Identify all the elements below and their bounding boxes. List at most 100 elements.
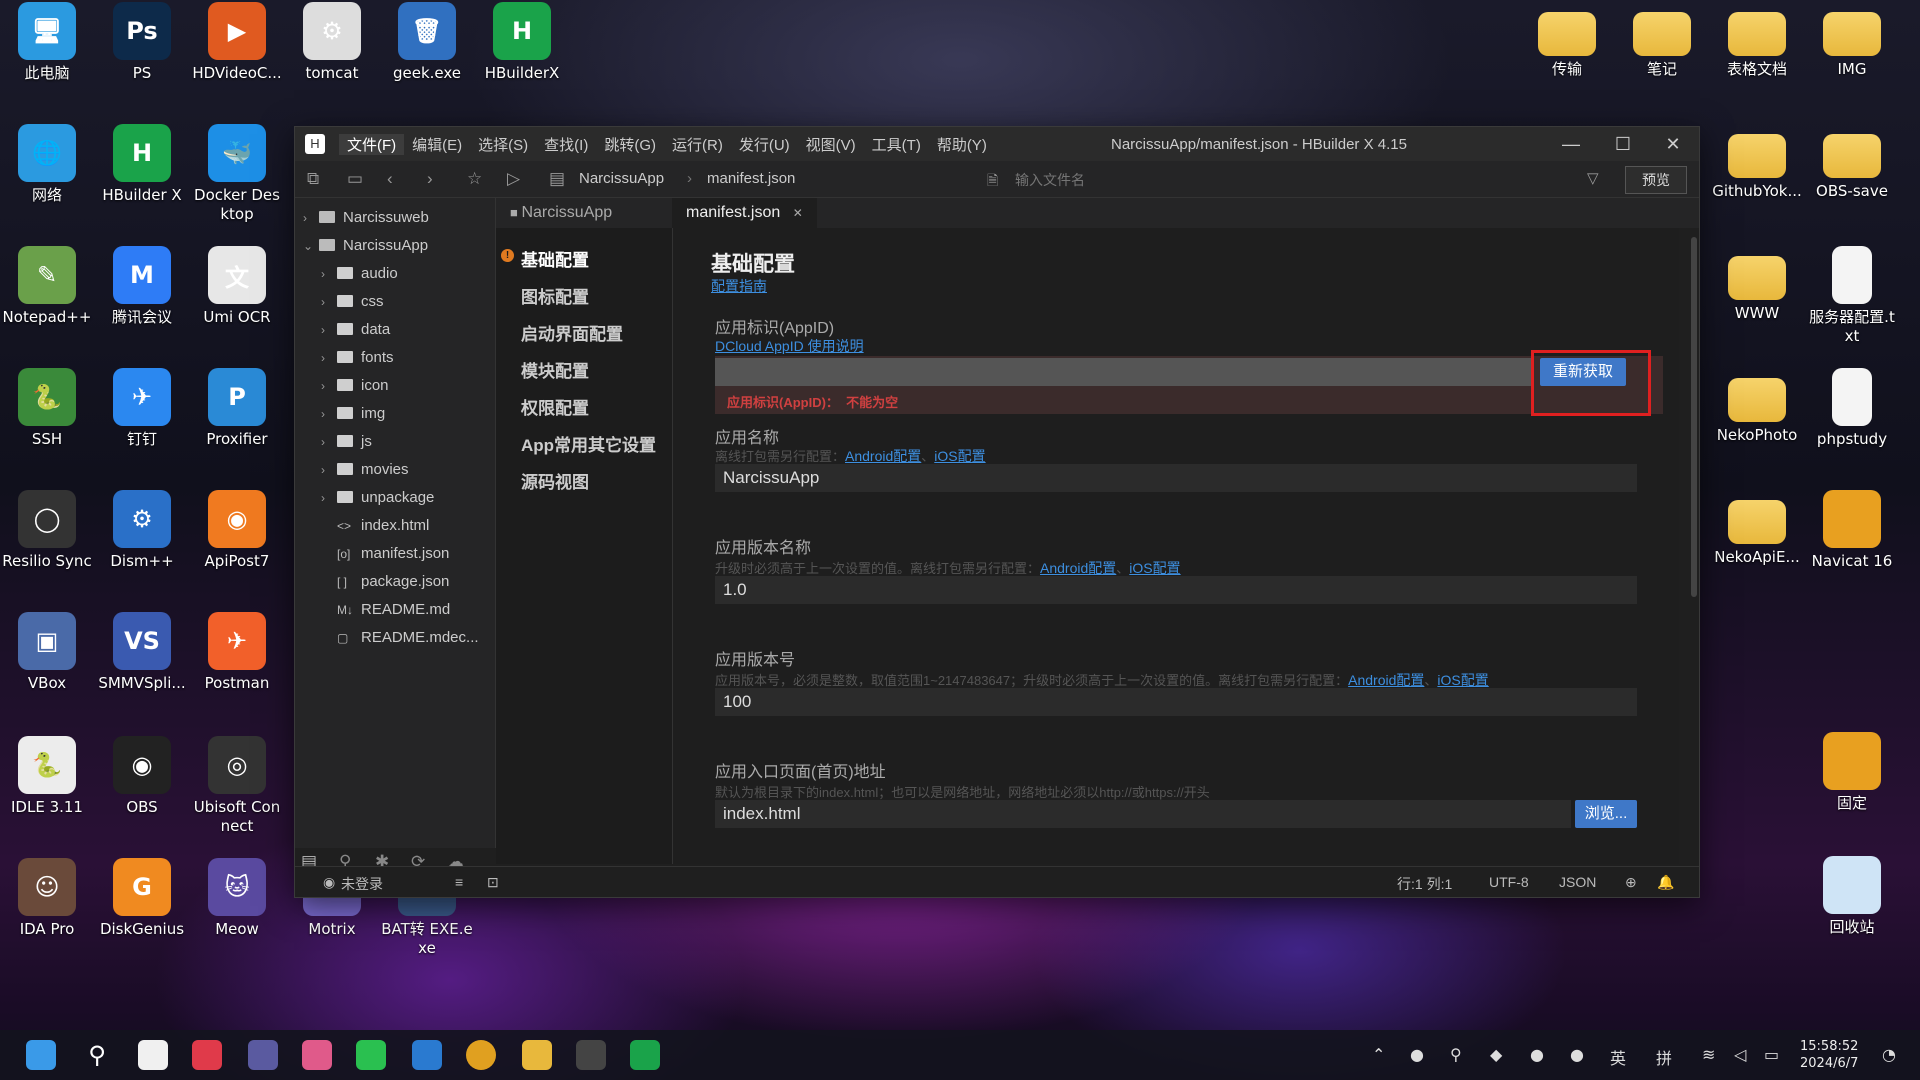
cat-app-icon[interactable] — [248, 1040, 278, 1070]
encoding[interactable]: UTF-8 — [1489, 874, 1529, 890]
bell-icon[interactable]: 🔔 — [1657, 874, 1674, 891]
desktop-icon[interactable]: ⚙ tomcat — [285, 2, 379, 83]
desktop-icon[interactable]: H HBuilder X — [95, 124, 189, 205]
tray-wechat-icon[interactable]: ● — [1570, 1045, 1584, 1064]
ime-mode[interactable]: 拼 — [1656, 1045, 1672, 1069]
menu-item[interactable]: 查找(I) — [536, 134, 596, 155]
appid-help-link[interactable]: DCloud AppID 使用说明 — [715, 336, 864, 356]
desktop-icon[interactable]: 🗑 geek.exe — [380, 2, 474, 83]
menu-item[interactable]: 编辑(E) — [404, 134, 470, 155]
breadcrumb-file[interactable]: manifest.json — [707, 170, 795, 187]
desktop-folder[interactable]: NekoPhoto — [1710, 368, 1804, 445]
desktop-icon[interactable]: 🐳 Docker Desktop — [190, 124, 284, 224]
tray-app-icon[interactable]: ● — [1410, 1045, 1424, 1064]
desktop-icon[interactable]: ☺ IDA Pro — [0, 858, 94, 939]
desktop-folder[interactable]: GithubYok... — [1710, 124, 1804, 201]
tree-file[interactable]: ▢ README.mdec... — [321, 624, 479, 652]
file-name-input[interactable] — [985, 166, 1577, 194]
desktop-icon[interactable]: ◉ OBS — [95, 736, 189, 817]
desktop-icon[interactable]: ▶ HDVideoC... — [190, 2, 284, 83]
settings-nav-item[interactable]: 源码视图 — [521, 468, 589, 493]
maximize-icon[interactable]: ☐ — [1597, 127, 1649, 161]
download-icon[interactable]: ⊕ — [1625, 874, 1637, 891]
chevron-right-icon[interactable]: › — [321, 400, 337, 428]
desktop-folder[interactable]: WWW — [1710, 246, 1804, 323]
browse-button[interactable]: 浏览... — [1575, 800, 1637, 828]
desktop-icon[interactable]: ✎ Notepad++ — [0, 246, 94, 327]
settings-nav-item[interactable]: 模块配置 — [521, 357, 589, 382]
chevron-right-icon[interactable]: › — [321, 372, 337, 400]
cursor-position[interactable]: 行:1 列:1 — [1397, 874, 1452, 894]
terminal-icon[interactable] — [576, 1040, 606, 1070]
version-code-field[interactable] — [715, 688, 1637, 716]
desktop-icon[interactable]: Navicat 16 — [1805, 490, 1899, 571]
menu-item[interactable]: 运行(R) — [664, 134, 731, 155]
tree-folder[interactable]: › audio — [321, 260, 398, 288]
chevron-right-icon[interactable]: › — [303, 204, 319, 232]
tray-shield-icon[interactable]: ◆ — [1490, 1045, 1502, 1064]
desktop-icon[interactable]: ⚙ Dism++ — [95, 490, 189, 571]
tree-file[interactable]: M↓ README.md — [321, 596, 450, 624]
settings-nav-item[interactable]: 基础配置 — [521, 246, 589, 271]
desktop-folder[interactable]: OBS-save — [1805, 124, 1899, 201]
appname-android-link[interactable]: Android配置 — [845, 448, 921, 464]
tab-manifest[interactable]: manifest.json ✕ — [672, 198, 817, 228]
desktop-icon[interactable]: ◎ Ubisoft Connect — [190, 736, 284, 836]
save-icon[interactable]: ▭ — [347, 169, 363, 189]
tree-folder[interactable]: › movies — [321, 456, 409, 484]
version-code-android-link[interactable]: Android配置 — [1348, 672, 1424, 688]
desktop-icon[interactable]: ✈ Postman — [190, 612, 284, 693]
file-explorer-icon[interactable] — [522, 1040, 552, 1070]
chevron-right-icon[interactable]: › — [321, 456, 337, 484]
chevron-right-icon[interactable]: › — [321, 428, 337, 456]
version-name-android-link[interactable]: Android配置 — [1040, 560, 1116, 576]
version-name-field[interactable] — [715, 576, 1637, 604]
ime-lang[interactable]: 英 — [1610, 1045, 1626, 1069]
minimize-icon[interactable]: — — [1545, 127, 1597, 161]
menu-item[interactable]: 跳转(G) — [596, 134, 664, 155]
wifi-icon[interactable]: ≋ — [1702, 1045, 1715, 1064]
tree-folder[interactable]: › img — [321, 400, 385, 428]
appname-field[interactable] — [715, 464, 1637, 492]
desktop-icon[interactable]: Ps PS — [95, 2, 189, 83]
clock[interactable]: 15:58:52 2024/6/7 — [1800, 1038, 1858, 1072]
tree-file[interactable]: [ ] package.json — [321, 568, 449, 596]
tree-folder[interactable]: › icon — [321, 372, 389, 400]
forward-icon[interactable]: › — [427, 169, 433, 189]
settings-nav-item[interactable]: 权限配置 — [521, 394, 589, 419]
desktop-folder[interactable]: 笔记 — [1615, 2, 1709, 79]
desktop-icon[interactable]: ◯ Resilio Sync — [0, 490, 94, 571]
desktop-folder[interactable]: 传输 — [1520, 2, 1614, 79]
chevron-right-icon[interactable]: › — [321, 288, 337, 316]
back-icon[interactable]: ‹ — [387, 169, 393, 189]
filter-icon[interactable]: ▽ — [1587, 169, 1599, 187]
desktop-icon[interactable]: 🐍 IDLE 3.11 — [0, 736, 94, 817]
netease-music-icon[interactable] — [192, 1040, 222, 1070]
tree-file[interactable]: <> index.html — [321, 512, 429, 540]
wechat-icon[interactable] — [356, 1040, 386, 1070]
chevron-right-icon[interactable]: › — [321, 260, 337, 288]
qq-icon[interactable] — [138, 1040, 168, 1070]
run-icon[interactable]: ▷ — [507, 169, 520, 189]
desktop-icon[interactable]: 固定 — [1805, 732, 1899, 813]
scrollbar[interactable] — [1691, 237, 1697, 597]
desktop-icon[interactable]: P Proxifier — [190, 368, 284, 449]
desktop-folder[interactable]: 表格文档 — [1710, 2, 1804, 79]
chevron-down-icon[interactable]: ⌄ — [303, 232, 319, 260]
volume-icon[interactable]: ◁ — [1734, 1045, 1746, 1064]
desktop-icon[interactable]: 🌐 网络 — [0, 124, 94, 205]
vscode-icon[interactable] — [412, 1040, 442, 1070]
close-icon[interactable]: ✕ — [1647, 127, 1699, 161]
jetbrains-icon[interactable] — [302, 1040, 332, 1070]
desktop-icon[interactable]: 回收站 — [1805, 856, 1899, 937]
notification-icon[interactable]: ◔ — [1882, 1045, 1896, 1064]
list-icon[interactable]: ≡ — [455, 874, 463, 890]
chevron-right-icon[interactable]: › — [321, 344, 337, 372]
tray-app2-icon[interactable]: ● — [1530, 1045, 1544, 1064]
desktop-icon[interactable]: G DiskGenius — [95, 858, 189, 939]
star-icon[interactable]: ☆ — [467, 169, 482, 189]
desktop-icon[interactable]: M 腾讯会议 — [95, 246, 189, 327]
desktop-icon[interactable]: phpstudy — [1805, 368, 1899, 449]
tree-folder[interactable]: › css — [321, 288, 384, 316]
tree-project[interactable]: › Narcissuweb — [303, 204, 429, 232]
